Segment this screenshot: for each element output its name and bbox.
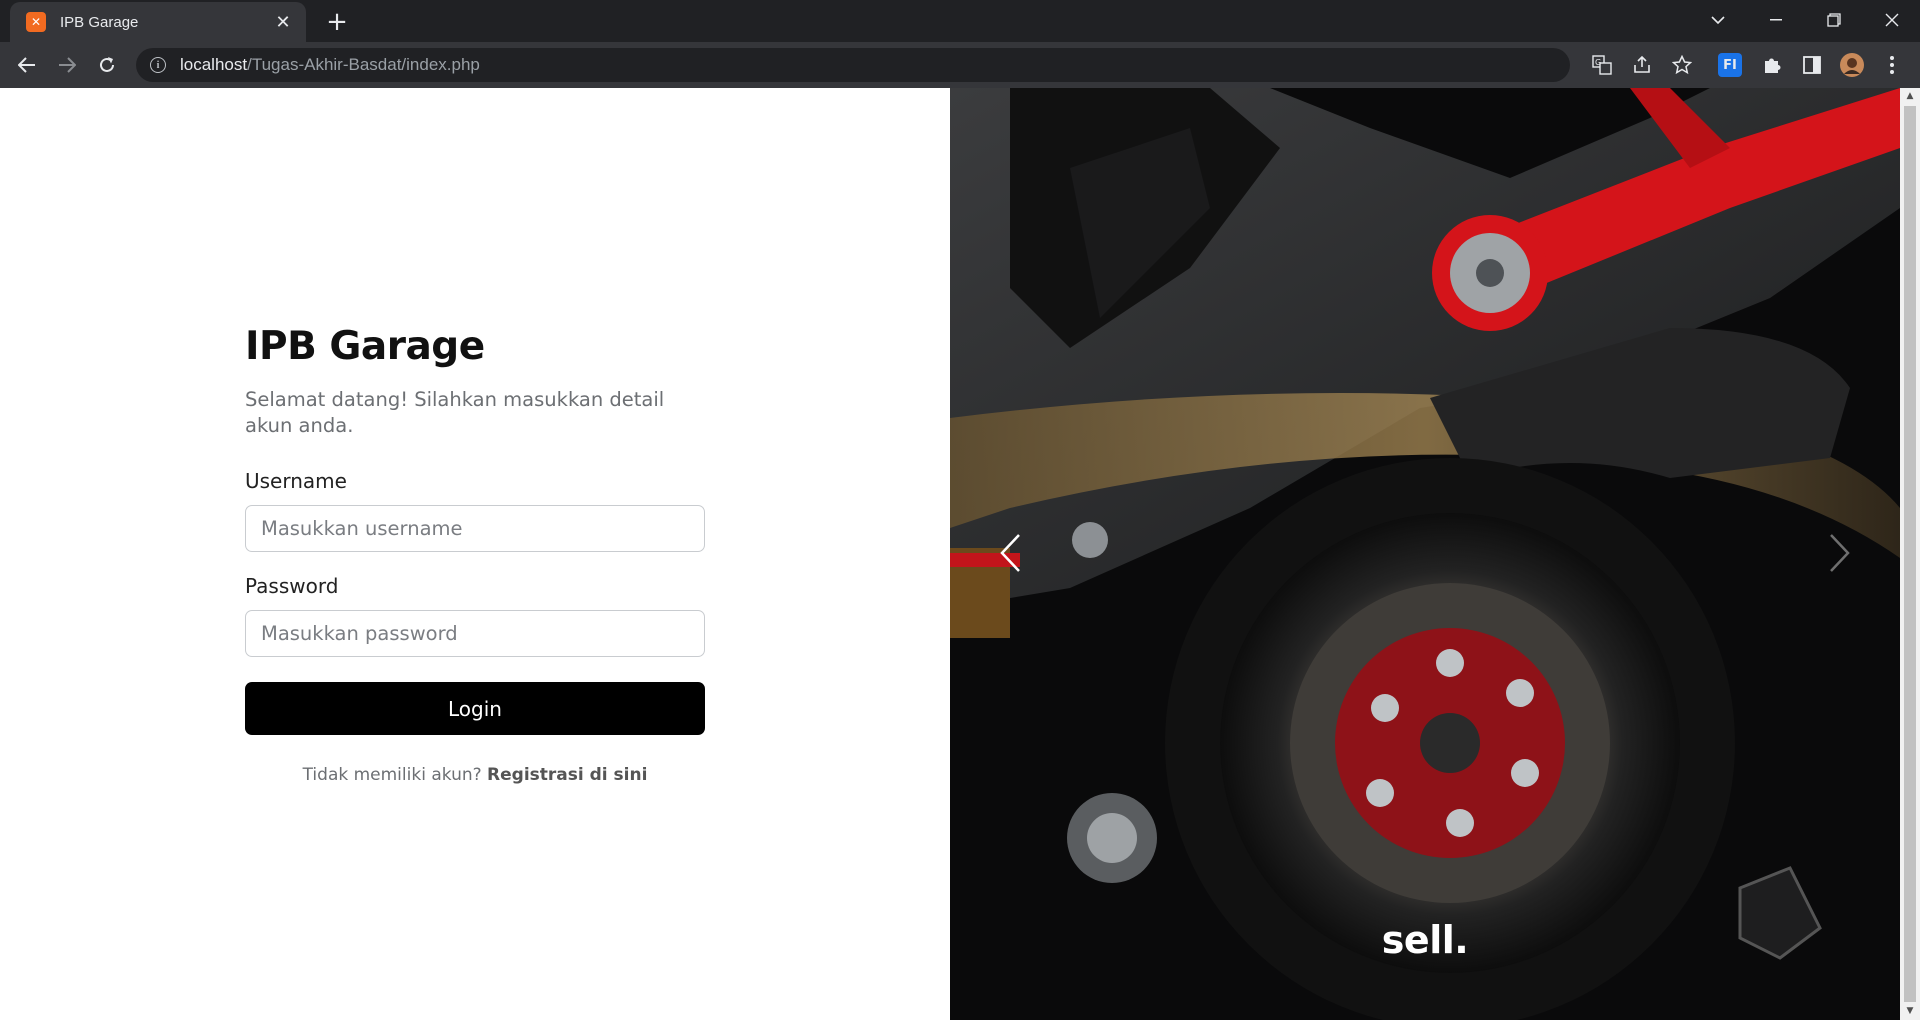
xampp-icon: ✕	[26, 12, 46, 32]
carousel-next-button[interactable]	[1810, 508, 1870, 598]
chevron-right-icon	[1830, 534, 1850, 572]
reload-button[interactable]	[92, 50, 122, 80]
carousel-caption: sell.	[1381, 918, 1469, 962]
browser-tab-bar: ✕ IPB Garage ✕ +	[0, 0, 1920, 42]
register-link[interactable]: Registrasi di sini	[487, 765, 647, 785]
minimize-button[interactable]	[1754, 4, 1798, 36]
translate-icon[interactable]: G	[1589, 52, 1615, 78]
page-viewport: IPB Garage Selamat datang! Silahkan masu…	[0, 88, 1920, 1020]
svg-text:G: G	[1595, 58, 1601, 67]
new-tab-button[interactable]: +	[322, 8, 352, 38]
extension-badge: FI	[1723, 57, 1737, 73]
tab-title: IPB Garage	[60, 13, 139, 31]
close-window-button[interactable]	[1870, 4, 1914, 36]
carousel: sell.	[950, 88, 1900, 1020]
url-host: localhost	[180, 55, 248, 74]
forward-button[interactable]	[52, 50, 82, 80]
extensions-puzzle-icon[interactable]	[1759, 52, 1785, 78]
address-bar[interactable]: i localhost/Tugas-Akhir-Basdat/index.php	[136, 48, 1570, 82]
tab-search-icon[interactable]	[1696, 4, 1740, 36]
welcome-subtitle: Selamat datang! Silahkan masukkan detail…	[245, 388, 665, 437]
profile-avatar[interactable]	[1839, 52, 1865, 78]
page-title: IPB Garage	[245, 324, 485, 369]
share-icon[interactable]	[1629, 52, 1655, 78]
scrollbar-thumb[interactable]	[1904, 106, 1916, 1002]
restore-button[interactable]	[1812, 4, 1856, 36]
chevron-left-icon	[1000, 534, 1020, 572]
login-button[interactable]: Login	[245, 682, 705, 735]
side-panel-icon[interactable]	[1799, 52, 1825, 78]
extension-fi-icon[interactable]: FI	[1718, 53, 1742, 77]
password-input[interactable]	[245, 610, 705, 657]
close-tab-icon[interactable]: ✕	[272, 11, 294, 33]
site-info-icon[interactable]: i	[150, 57, 166, 73]
browser-toolbar: i localhost/Tugas-Akhir-Basdat/index.php…	[0, 42, 1920, 88]
register-prompt: Tidak memiliki akun? Registrasi di sini	[245, 765, 705, 785]
password-label: Password	[245, 574, 339, 598]
username-input[interactable]	[245, 505, 705, 552]
page-scrollbar[interactable]: ▲ ▼	[1900, 88, 1920, 1020]
login-pane: IPB Garage Selamat datang! Silahkan masu…	[0, 88, 950, 1020]
back-button[interactable]	[12, 50, 42, 80]
url-path: /Tugas-Akhir-Basdat/index.php	[247, 55, 480, 74]
bookmark-star-icon[interactable]	[1669, 52, 1695, 78]
motorcycle-engine-image	[950, 88, 1900, 1020]
browser-menu-icon[interactable]	[1879, 52, 1905, 78]
browser-tab[interactable]: ✕ IPB Garage ✕	[10, 2, 306, 42]
scroll-up-icon[interactable]: ▲	[1904, 90, 1916, 102]
carousel-prev-button[interactable]	[980, 508, 1040, 598]
login-form: IPB Garage Selamat datang! Silahkan masu…	[245, 324, 705, 785]
register-prompt-text: Tidak memiliki akun?	[302, 765, 482, 785]
username-label: Username	[245, 469, 347, 493]
scroll-down-icon[interactable]: ▼	[1904, 1005, 1916, 1017]
